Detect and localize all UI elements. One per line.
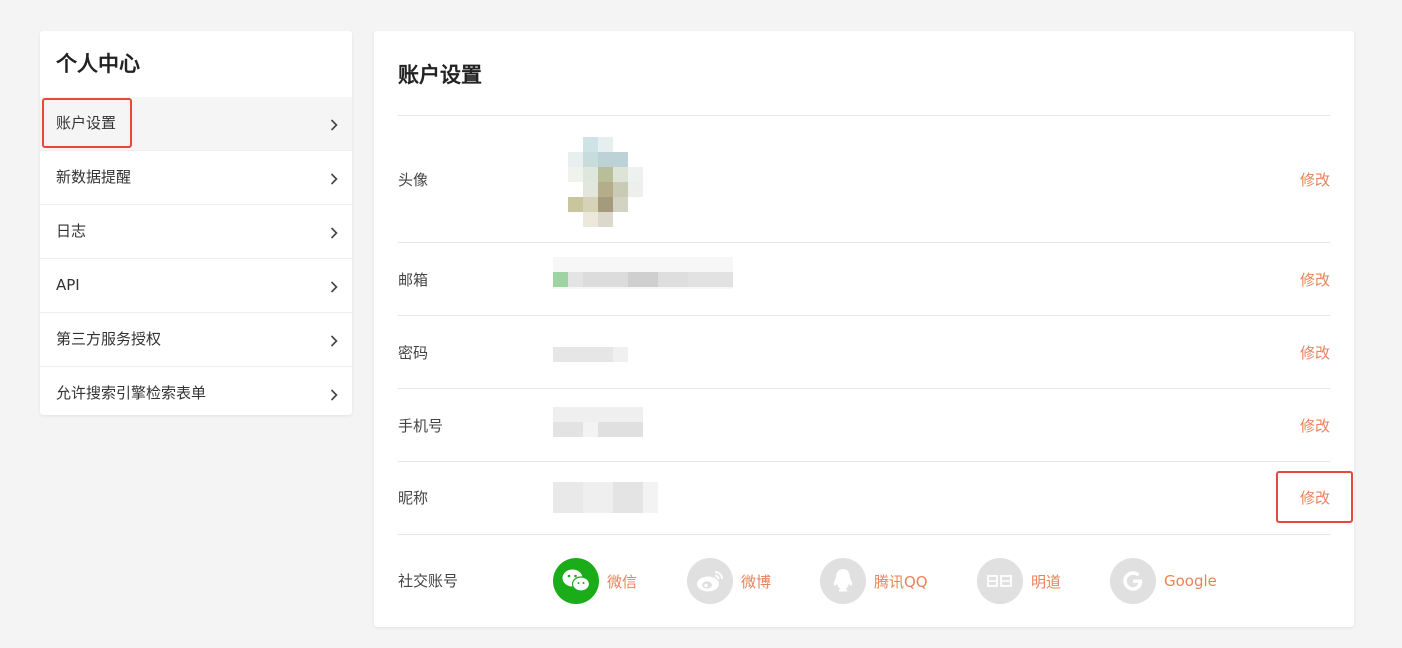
- chevron-right-icon: [330, 97, 338, 131]
- social-weibo-button[interactable]: 微博: [687, 558, 771, 604]
- chevron-right-icon: [330, 205, 338, 239]
- sidebar-title: 个人中心: [56, 52, 140, 76]
- edit-phone-button[interactable]: 修改: [1300, 415, 1330, 436]
- sidebar-item-label: 允许搜索引擎检索表单: [56, 384, 207, 402]
- sidebar-item-label: 第三方服务授权: [56, 330, 162, 348]
- social-accounts-label: 社交账号: [398, 572, 459, 590]
- sidebar-item-label: 新数据提醒: [56, 168, 132, 186]
- divider: [398, 461, 1330, 462]
- sidebar-item-logs[interactable]: 日志: [40, 205, 352, 259]
- divider: [398, 315, 1330, 316]
- password-value-redacted: [553, 347, 628, 362]
- edit-avatar-button[interactable]: 修改: [1300, 169, 1330, 190]
- social-weibo-label: 微博: [741, 572, 772, 591]
- email-value-redacted: [553, 257, 733, 289]
- password-label: 密码: [398, 344, 429, 362]
- sidebar-item-search-engine-indexing[interactable]: 允许搜索引擎检索表单: [40, 367, 352, 420]
- nickname-label: 昵称: [398, 489, 429, 507]
- sidebar: 个人中心 账户设置 新数据提醒 日志 API 第三方服务授权 允许搜索引擎检索表…: [40, 31, 352, 415]
- edit-nickname-button[interactable]: 修改: [1300, 487, 1330, 508]
- social-wechat-label: 微信: [607, 572, 638, 591]
- divider: [398, 115, 1330, 116]
- chevron-right-icon: [330, 313, 338, 347]
- social-qq-button[interactable]: 腾讯QQ: [820, 558, 928, 604]
- wechat-icon: [553, 558, 599, 604]
- google-icon: [1110, 558, 1156, 604]
- nickname-value-redacted: [553, 482, 658, 513]
- avatar-label: 头像: [398, 171, 429, 189]
- chevron-right-icon: [330, 151, 338, 185]
- sidebar-item-new-data-alerts[interactable]: 新数据提醒: [40, 151, 352, 205]
- page-title: 账户设置: [398, 63, 482, 87]
- chevron-right-icon: [330, 367, 338, 401]
- divider: [398, 242, 1330, 243]
- chevron-right-icon: [330, 259, 338, 293]
- avatar: [568, 137, 644, 229]
- divider: [398, 388, 1330, 389]
- sidebar-item-account-settings[interactable]: 账户设置: [40, 97, 352, 151]
- sidebar-item-label: 账户设置: [56, 114, 117, 132]
- sidebar-item-third-party-auth[interactable]: 第三方服务授权: [40, 313, 352, 367]
- sidebar-item-label: 日志: [56, 222, 87, 240]
- edit-email-button[interactable]: 修改: [1300, 269, 1330, 290]
- qq-icon: [820, 558, 866, 604]
- social-qq-label: 腾讯QQ: [874, 572, 928, 591]
- sidebar-item-label: API: [56, 276, 80, 294]
- edit-password-button[interactable]: 修改: [1300, 342, 1330, 363]
- mingdao-icon: [977, 558, 1023, 604]
- divider: [398, 534, 1330, 535]
- phone-label: 手机号: [398, 417, 444, 435]
- social-google-button[interactable]: Google: [1110, 558, 1217, 604]
- weibo-icon: [687, 558, 733, 604]
- account-settings-panel: 账户设置 头像 修改 邮箱 修改 密码 修改 手机号 修改 昵称 修改 社交账号…: [374, 31, 1354, 627]
- social-mingdao-label: 明道: [1031, 572, 1062, 591]
- social-wechat-button[interactable]: 微信: [553, 558, 637, 604]
- social-mingdao-button[interactable]: 明道: [977, 558, 1061, 604]
- social-google-label: Google: [1164, 572, 1217, 590]
- email-label: 邮箱: [398, 271, 429, 289]
- sidebar-item-api[interactable]: API: [40, 259, 352, 313]
- phone-value-redacted: [553, 407, 643, 438]
